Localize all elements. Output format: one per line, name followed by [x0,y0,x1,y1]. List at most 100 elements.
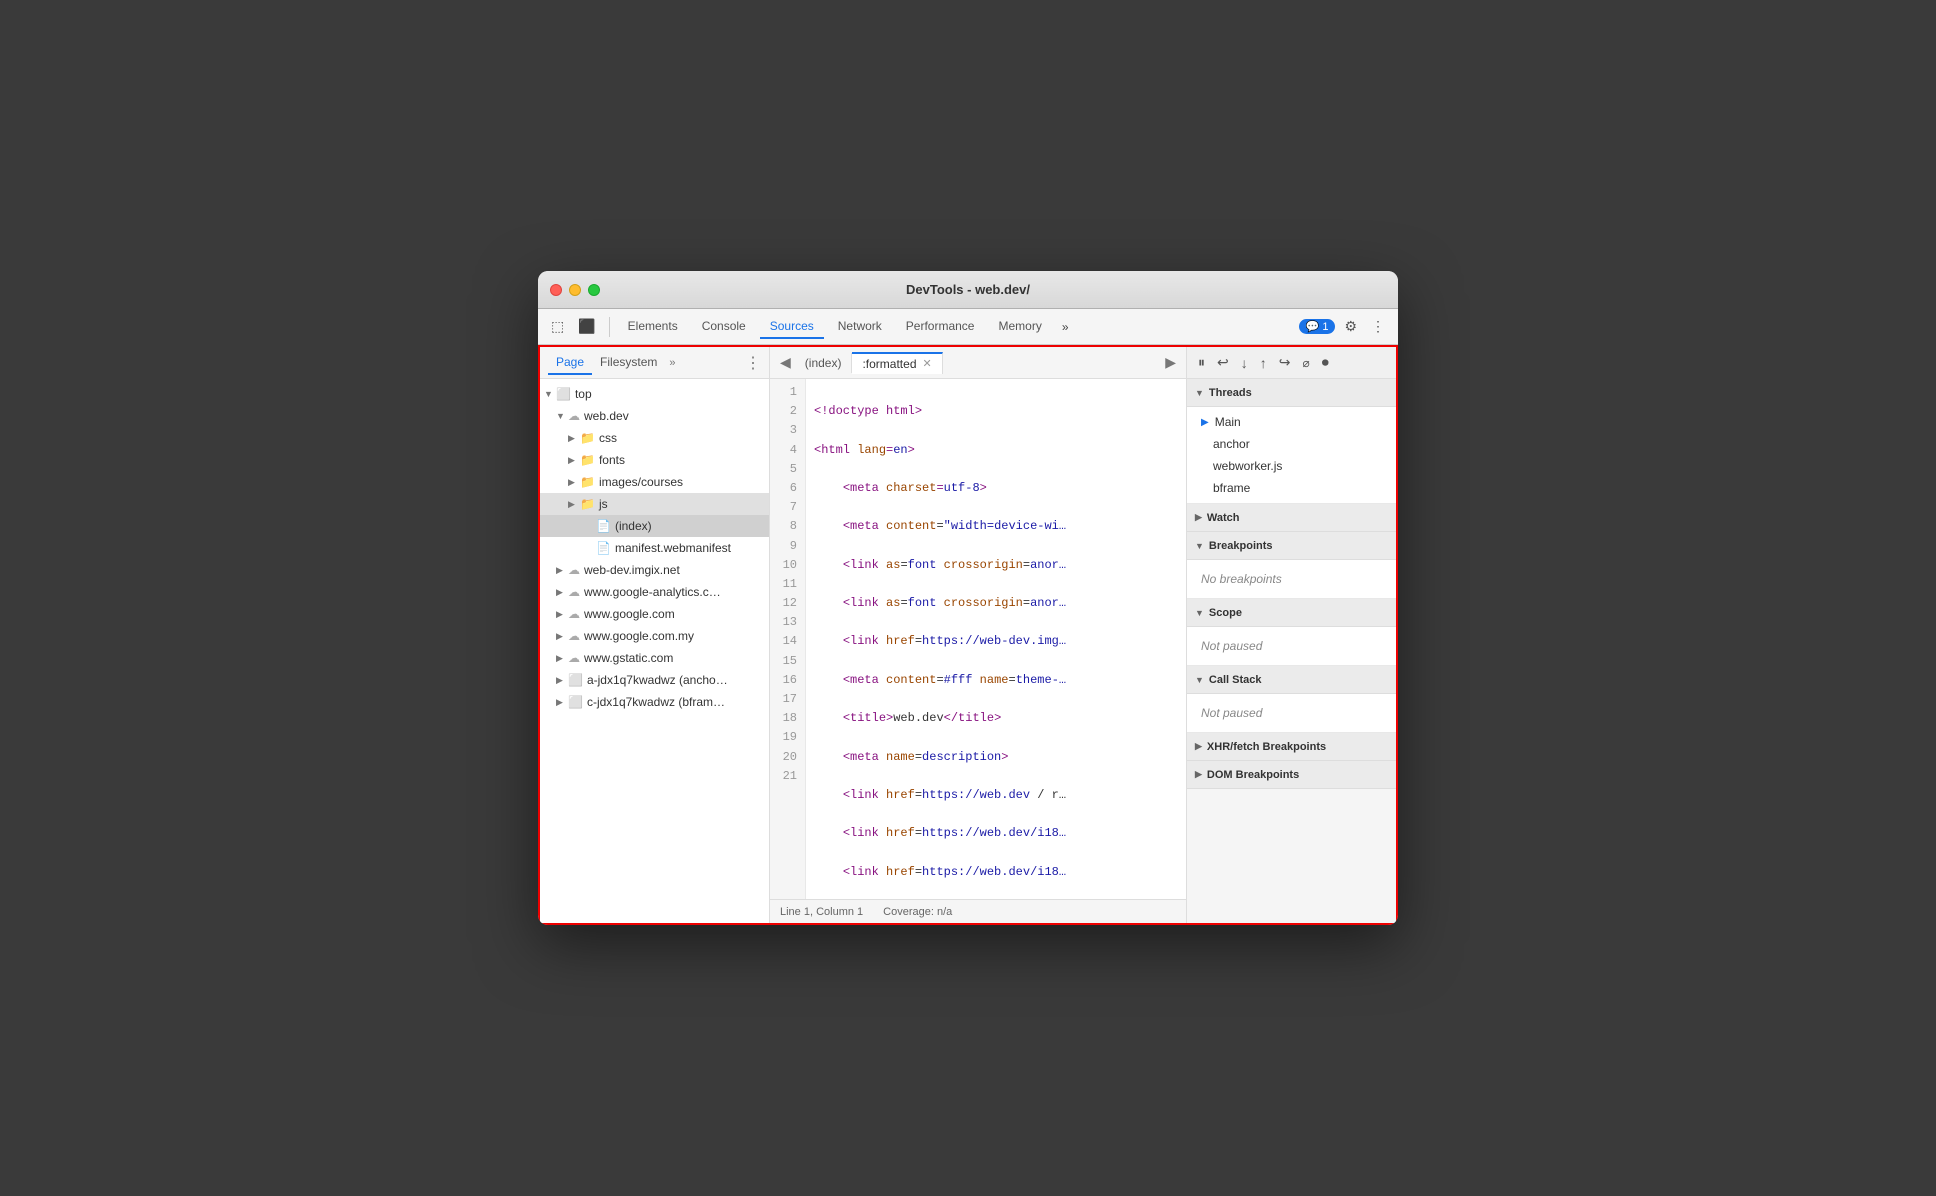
tree-item-analytics[interactable]: ▶ ☁ www.google-analytics.c… [540,581,769,603]
step-out-button[interactable]: ↑ [1255,352,1272,374]
tree-item-manifest[interactable]: 📄 manifest.webmanifest [540,537,769,559]
breakpoints-section-header[interactable]: ▼ Breakpoints [1187,532,1396,560]
scope-empty: Not paused [1187,631,1396,661]
tab-filesystem[interactable]: Filesystem [592,351,665,375]
editor-tab-formatted[interactable]: :formatted ✕ [852,352,942,374]
tab-memory[interactable]: Memory [988,315,1051,339]
tree-label: images/courses [599,475,683,489]
right-panel: ⏸ ↩ ↓ ↑ ↪ ⌀ ⏺ ▼ Threads ▶ Main [1186,347,1396,923]
scope-content: Not paused [1187,627,1396,666]
tree-label: fonts [599,453,625,467]
dom-section-header[interactable]: ▶ DOM Breakpoints [1187,761,1396,789]
file-icon: 📄 [596,541,611,555]
middle-panel: ◀ (index) :formatted ✕ ▶ 12345 678910 11… [770,347,1186,923]
maximize-button[interactable] [588,284,600,296]
tree-arrow: ▶ [556,565,568,576]
tree-item-webdev[interactable]: ▼ ☁ web.dev [540,405,769,427]
tab-console[interactable]: Console [692,315,756,339]
tab-close-button[interactable]: ✕ [923,357,932,370]
cloud-icon: ☁ [568,409,580,423]
tree-arrow: ▶ [556,609,568,620]
tree-item-imgix[interactable]: ▶ ☁ web-dev.imgix.net [540,559,769,581]
scope-label: Scope [1209,607,1242,619]
tree-label: www.google.com.my [584,629,694,643]
tree-arrow [584,543,596,553]
callstack-content: Not paused [1187,694,1396,733]
deactivate-breakpoints[interactable]: ⌀ [1297,353,1314,373]
left-panel: Page Filesystem » ⋮ ▼ ⬜ top ▼ ☁ web.dev … [540,347,770,923]
traffic-lights [550,284,600,296]
more-tabs-button[interactable]: » [1056,317,1075,337]
devtools-window: DevTools - web.dev/ ⬚ ⬛ Elements Console… [538,271,1398,925]
scope-section-header[interactable]: ▼ Scope [1187,599,1396,627]
tree-item-css[interactable]: ▶ 📁 css [540,427,769,449]
tree-item-images[interactable]: ▶ 📁 images/courses [540,471,769,493]
panel-menu-button[interactable]: ⋮ [745,353,761,373]
thread-anchor[interactable]: anchor [1187,433,1396,455]
thread-label: anchor [1213,437,1250,451]
tree-arrow: ▶ [568,455,580,466]
minimize-button[interactable] [569,284,581,296]
notification-badge[interactable]: 💬 1 [1299,319,1336,334]
step-over-button[interactable]: ↩ [1212,351,1234,374]
xhr-section-header[interactable]: ▶ XHR/fetch Breakpoints [1187,733,1396,761]
step-button[interactable]: ↪ [1274,351,1296,374]
tree-arrow: ▶ [556,653,568,664]
toolbar-right: 💬 1 ⚙ ⋮ [1299,315,1390,338]
tree-item-google[interactable]: ▶ ☁ www.google.com [540,603,769,625]
cloud-icon: ☁ [568,651,580,665]
main-toolbar: ⬚ ⬛ Elements Console Sources Network Per… [538,309,1398,345]
callstack-empty: Not paused [1187,698,1396,728]
tree-label: js [599,497,608,511]
tree-item-anchor[interactable]: ▶ ⬜ a-jdx1q7kwadwz (ancho… [540,669,769,691]
tree-label: www.gstatic.com [584,651,673,665]
tab-sources[interactable]: Sources [760,315,824,339]
step-into-button[interactable]: ↓ [1236,352,1253,374]
breakpoints-label: Breakpoints [1209,540,1273,552]
settings-button[interactable]: ⚙ [1339,315,1362,338]
tab-page[interactable]: Page [548,351,592,375]
tab-performance[interactable]: Performance [896,315,985,339]
tree-item-js[interactable]: ▶ 📁 js [540,493,769,515]
pause-on-exceptions[interactable]: ⏺ [1317,351,1334,374]
pause-button[interactable]: ⏸ [1193,351,1210,374]
thread-label: Main [1215,415,1241,429]
panel-more-tabs[interactable]: » [669,357,675,369]
thread-main[interactable]: ▶ Main [1187,411,1396,433]
tree-item-index[interactable]: 📄 (index) [540,515,769,537]
editor-tab-index[interactable]: (index) [795,353,853,373]
threads-section-header[interactable]: ▼ Threads [1187,379,1396,407]
tab-back-button[interactable]: ◀ [776,354,795,371]
tree-item-top[interactable]: ▼ ⬜ top [540,383,769,405]
status-coverage: Coverage: n/a [883,906,952,918]
tree-item-google-my[interactable]: ▶ ☁ www.google.com.my [540,625,769,647]
cloud-icon: ☁ [568,607,580,621]
tree-arrow: ▶ [556,631,568,642]
watch-arrow: ▶ [1195,512,1202,523]
thread-bframe[interactable]: bframe [1187,477,1396,499]
callstack-section-header[interactable]: ▼ Call Stack [1187,666,1396,694]
folder-icon: 📁 [580,453,595,467]
tree-arrow: ▶ [568,499,580,510]
more-options-button[interactable]: ⋮ [1366,315,1390,338]
tree-label: manifest.webmanifest [615,541,731,555]
xhr-arrow: ▶ [1195,741,1202,752]
dom-arrow: ▶ [1195,769,1202,780]
scope-arrow: ▼ [1195,608,1204,618]
tree-arrow: ▶ [556,587,568,598]
tree-item-bframe[interactable]: ▶ ⬜ c-jdx1q7kwadwz (bfram… [540,691,769,713]
close-button[interactable] [550,284,562,296]
run-snippet-button[interactable]: ▶ [1165,354,1176,371]
inspect-button[interactable]: ⬚ [546,315,569,338]
device-button[interactable]: ⬛ [573,315,600,338]
thread-webworker[interactable]: webworker.js [1187,455,1396,477]
code-editor[interactable]: 12345 678910 1112131415 1617181920 21 <!… [770,379,1186,899]
callstack-label: Call Stack [1209,674,1262,686]
right-scroll[interactable]: ▼ Threads ▶ Main anchor webworker.js [1187,379,1396,923]
tab-network[interactable]: Network [828,315,892,339]
frame-icon: ⬜ [568,673,583,687]
tree-item-fonts[interactable]: ▶ 📁 fonts [540,449,769,471]
watch-section-header[interactable]: ▶ Watch [1187,504,1396,532]
tree-item-gstatic[interactable]: ▶ ☁ www.gstatic.com [540,647,769,669]
tab-elements[interactable]: Elements [618,315,688,339]
